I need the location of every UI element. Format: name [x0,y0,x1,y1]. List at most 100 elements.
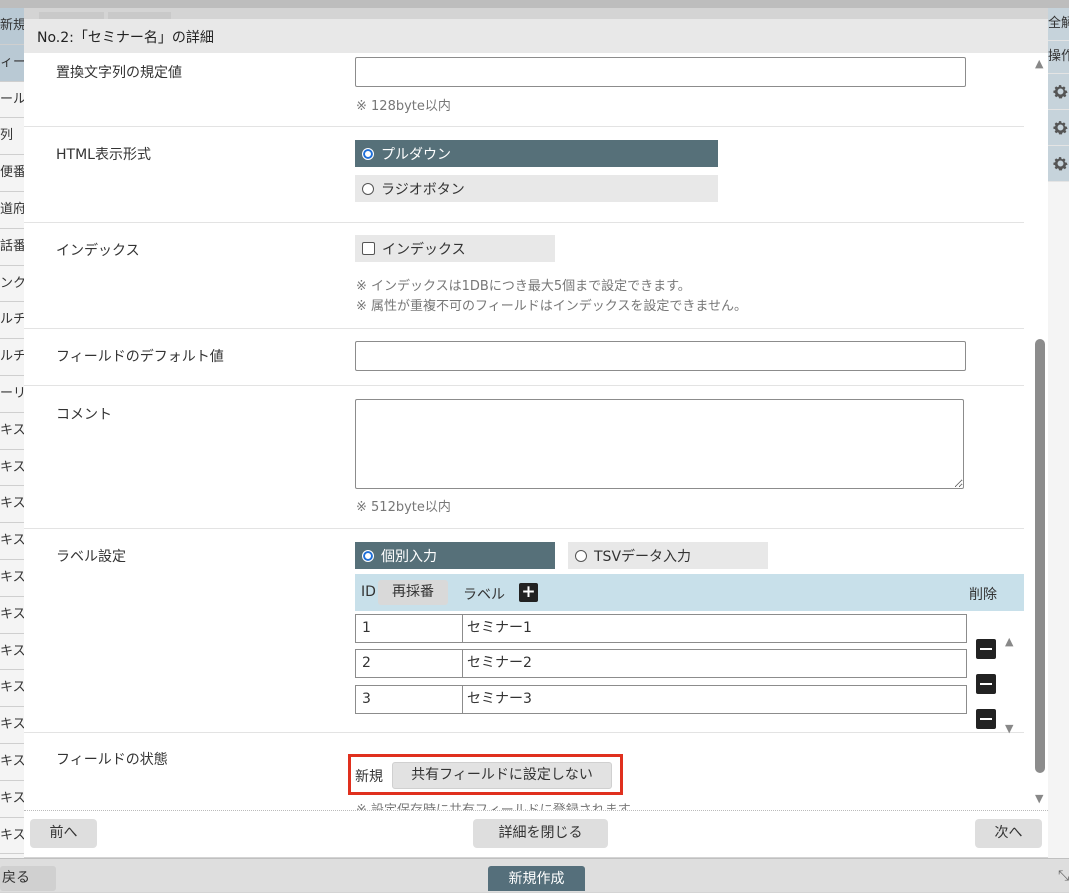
index-label: インデックス [56,243,140,259]
id-column-header: ID [361,584,376,600]
field-list-item[interactable]: キス [0,707,24,744]
replace-default-label: 置換文字列の規定値 [56,65,182,81]
index-section: インデックス インデックス ※ インデックスは1DBにつき最大5個まで設定できま… [24,223,1024,329]
back-button[interactable]: 戻る [0,866,56,891]
dialog-header: No.2:「セミナー名」の詳細 [24,19,1048,53]
renumber-button[interactable]: 再採番 [378,580,448,605]
field-status-label: フィールドの状態 [56,752,168,768]
field-list-item[interactable]: ルチ [0,302,24,340]
label-text-input[interactable]: セミナー1 [462,614,967,643]
delete-row-button[interactable] [976,709,996,729]
field-list-item[interactable]: 列 [0,118,24,156]
close-detail-button[interactable]: 詳細を閉じる [473,819,608,848]
dialog-scrollbar[interactable]: ▲ ▼ [1033,53,1048,810]
radio-tsv-input-label: TSVデータ入力 [594,548,692,565]
field-list-item[interactable]: キス [0,670,24,708]
field-list-item[interactable]: 新規 [0,8,24,45]
field-list-item[interactable]: ルチ [0,339,24,376]
replace-default-input[interactable] [355,57,966,87]
checkbox-icon [362,242,375,255]
prev-button[interactable]: 前へ [30,819,97,848]
field-list-item[interactable]: キス [0,413,24,450]
next-button[interactable]: 次へ [975,819,1042,848]
table-scroll-up-icon[interactable]: ▲ [1005,635,1013,648]
label-setting-label: ラベル設定 [56,549,126,565]
field-list-item[interactable]: 便番 [0,155,24,192]
field-list-item[interactable]: ール [0,82,24,119]
radio-individual-input-label: 個別入力 [381,548,437,565]
operations-button[interactable]: 操作 [1048,41,1069,74]
index-note-1: ※ インデックスは1DBにつき最大5個まで設定できます。 [356,279,691,294]
plus-icon: + [521,582,536,602]
gear-icon[interactable] [1048,146,1069,182]
html-format-section: HTML表示形式 プルダウン ラジオボタン [24,127,1024,223]
label-id-input[interactable]: 1 [355,614,462,643]
label-id-input[interactable]: 2 [355,649,462,678]
deselect-all-button[interactable]: 全解 [1048,8,1069,41]
field-detail-dialog: No.2:「セミナー名」の詳細 置換文字列の規定値 ※ 128byte以内 HT… [24,19,1048,857]
scroll-up-icon[interactable]: ▲ [1035,57,1043,70]
html-format-label: HTML表示形式 [56,147,151,163]
default-value-input[interactable] [355,341,966,371]
field-list-item[interactable]: 道府 [0,192,24,229]
field-list-item[interactable]: 話番 [0,229,24,266]
radio-selected-icon [362,147,374,160]
field-list-item[interactable]: キス [0,523,24,560]
create-new-button[interactable]: 新規作成 [488,866,585,891]
table-row: 1 セミナー1 [355,614,967,643]
field-list-item[interactable]: キス [0,450,24,487]
table-row: 3 セミナー3 [355,685,967,714]
comment-textarea[interactable] [355,399,964,489]
table-row: 2 セミナー2 [355,649,967,678]
field-list-item[interactable]: キス [0,781,24,818]
default-value-label: フィールドのデフォルト値 [56,349,224,365]
resize-handle-icon[interactable]: ⤡ [1058,868,1069,884]
field-status-note: ※ 設定保存時に共有フィールドに登録されます。 [356,799,642,810]
add-label-button[interactable]: + [519,583,538,602]
operations-column: 全解 操作 [1048,8,1069,858]
field-list-item[interactable]: ーリ [0,376,24,413]
radio-individual-input[interactable]: 個別入力 [355,542,555,569]
field-status-state: 新規 [355,769,383,785]
no-shared-field-button[interactable]: 共有フィールドに設定しない [392,762,612,789]
radio-pulldown-label: プルダウン [381,146,451,163]
radio-radiobutton[interactable]: ラジオボタン [355,175,718,202]
radio-pulldown[interactable]: プルダウン [355,140,718,167]
label-id-input[interactable]: 3 [355,685,462,714]
replace-default-note: ※ 128byte以内 [356,99,451,114]
radio-unselected-icon [362,182,374,195]
field-list-item[interactable]: ンク [0,266,24,303]
gear-icon[interactable] [1048,110,1069,146]
field-list-item[interactable]: ィー [0,44,24,82]
field-list-column: 新規 ィー ール 列 便番 道府 話番 ンク ルチ ルチ ーリ キス キス キス… [0,8,24,858]
radio-radiobutton-label: ラジオボタン [381,181,465,198]
delete-row-button[interactable] [976,674,996,694]
gear-icon[interactable] [1048,74,1069,110]
radio-tsv-input[interactable]: TSVデータ入力 [568,542,768,569]
dialog-body: 置換文字列の規定値 ※ 128byte以内 HTML表示形式 プルダウン ラジオ… [24,53,1048,810]
field-list-item[interactable]: キス [0,597,24,634]
dialog-footer: 前へ 詳細を閉じる 次へ [24,810,1048,857]
field-list-item[interactable]: キス [0,634,24,671]
replace-default-section: 置換文字列の規定値 ※ 128byte以内 [24,53,1024,127]
field-list-item[interactable]: キス [0,818,24,855]
radio-unselected-icon [575,549,587,562]
app-top-bar [0,0,1069,8]
index-checkbox-label: インデックス [382,241,466,258]
label-text-input[interactable]: セミナー3 [462,685,967,714]
label-text-input[interactable]: セミナー2 [462,649,967,678]
scroll-down-icon[interactable]: ▼ [1035,792,1043,805]
delete-column-header: 削除 [969,587,997,603]
field-list-item[interactable]: キス [0,560,24,597]
scrollbar-thumb[interactable] [1035,339,1045,773]
field-list-item[interactable]: キス [0,744,24,781]
index-checkbox[interactable]: インデックス [355,235,555,262]
default-value-section: フィールドのデフォルト値 [24,329,1024,386]
comment-note: ※ 512byte以内 [356,500,451,515]
comment-section: コメント ※ 512byte以内 [24,386,1024,529]
comment-label: コメント [56,407,112,423]
radio-selected-icon [362,549,374,562]
field-list-item[interactable]: キス [0,486,24,524]
delete-row-button[interactable] [976,639,996,659]
label-table-header: ID 再採番 ラベル + 削除 [355,574,1024,611]
